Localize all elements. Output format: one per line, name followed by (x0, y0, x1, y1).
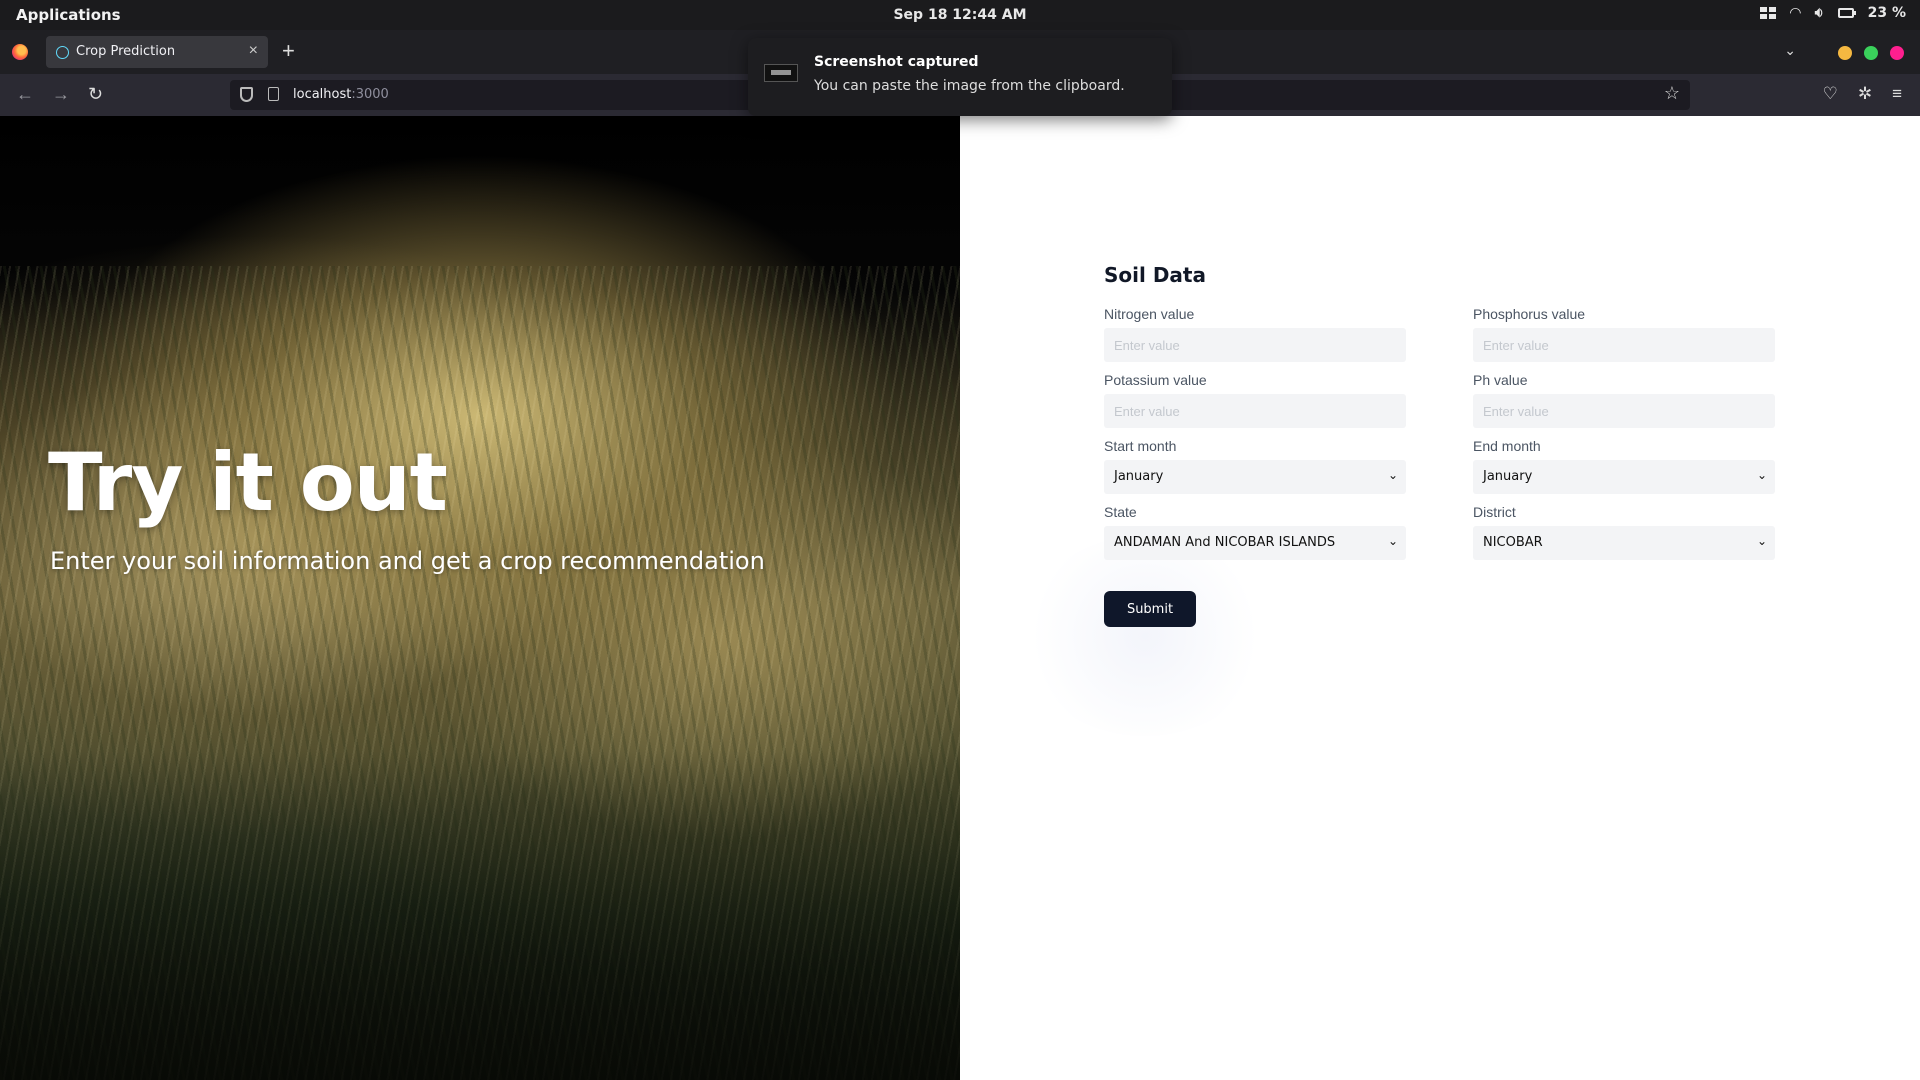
nitrogen-field: Nitrogen value (1104, 306, 1406, 362)
ph-field: Ph value (1473, 372, 1775, 428)
phosphorus-label: Phosphorus value (1473, 306, 1586, 322)
window-minimize-button[interactable] (1864, 46, 1878, 60)
bookmark-star-icon[interactable]: ☆ (1664, 83, 1680, 104)
district-select[interactable]: NICOBAR ⌄ (1473, 526, 1775, 560)
system-clock[interactable]: Sep 18 12:44 AM (893, 7, 1026, 23)
end-month-field: End month January ⌄ (1473, 438, 1775, 494)
district-value: NICOBAR (1483, 535, 1543, 550)
screenshot-thumbnail (764, 64, 798, 82)
hero-subtitle: Enter your soil information and get a cr… (50, 547, 765, 575)
back-arrow-icon[interactable]: ← (16, 84, 34, 105)
menu-hamburger-icon[interactable]: ≡ (1892, 84, 1902, 104)
state-label: State (1104, 504, 1137, 520)
start-month-value: January (1114, 469, 1164, 484)
tab-crop-prediction[interactable]: Crop Prediction × (46, 36, 268, 68)
phosphorus-input[interactable] (1473, 328, 1775, 362)
ph-label: Ph value (1473, 372, 1528, 388)
applications-menu[interactable]: Applications (16, 6, 121, 24)
url-text[interactable]: localhost:3000 (293, 87, 389, 102)
form-title: Soil Data (1104, 263, 1206, 287)
phosphorus-field: Phosphorus value (1473, 306, 1775, 362)
screenshot-notification[interactable]: Screenshot captured You can paste the im… (748, 38, 1172, 116)
wifi-icon[interactable]: ◠ (1790, 5, 1801, 21)
nitrogen-label: Nitrogen value (1104, 306, 1195, 322)
react-favicon-icon (56, 46, 69, 59)
start-month-field: Start month January ⌄ (1104, 438, 1406, 494)
ph-input[interactable] (1473, 394, 1775, 428)
hero-bottom-shade (0, 750, 960, 1080)
district-label: District (1473, 504, 1516, 520)
potassium-input[interactable] (1104, 394, 1406, 428)
submit-button[interactable]: Submit (1104, 591, 1196, 627)
state-field: State ANDAMAN And NICOBAR ISLANDS ⌄ (1104, 504, 1406, 560)
system-top-bar: Applications Sep 18 12:44 AM ◠ 🔉︎ 23 % (0, 0, 1920, 30)
reload-icon[interactable]: ↻ (88, 84, 103, 105)
tracking-shield-icon[interactable] (240, 87, 253, 102)
district-field: District NICOBAR ⌄ (1473, 504, 1775, 560)
nitrogen-input[interactable] (1104, 328, 1406, 362)
chevron-down-icon: ⌄ (1756, 468, 1767, 482)
volume-icon[interactable]: 🔉︎ (1815, 5, 1824, 21)
system-tray[interactable]: ◠ 🔉︎ 23 % (1760, 5, 1906, 21)
soil-data-form-panel: Soil Data Nitrogen value Phosphorus valu… (960, 116, 1920, 1080)
tab-title: Crop Prediction (76, 44, 176, 59)
workspaces-icon[interactable] (1760, 7, 1776, 19)
window-close-button[interactable] (1838, 46, 1852, 60)
battery-icon[interactable] (1837, 8, 1856, 18)
pocket-icon[interactable]: ♡ (1823, 84, 1838, 104)
toolbar-right-buttons: ♡ ✲ ≡ (1823, 84, 1902, 104)
new-tab-button[interactable]: + (282, 38, 295, 64)
hero-image-panel: Try it out Enter your soil information a… (0, 116, 960, 1080)
start-month-select[interactable]: January ⌄ (1104, 460, 1406, 494)
potassium-field: Potassium value (1104, 372, 1406, 428)
tab-close-icon[interactable]: × (249, 42, 258, 60)
extensions-icon[interactable]: ✲ (1858, 84, 1872, 104)
potassium-label: Potassium value (1104, 372, 1207, 388)
end-month-value: January (1483, 469, 1533, 484)
page-info-icon[interactable] (268, 87, 279, 101)
state-value: ANDAMAN And NICOBAR ISLANDS (1114, 535, 1336, 550)
state-select[interactable]: ANDAMAN And NICOBAR ISLANDS ⌄ (1104, 526, 1406, 560)
chevron-down-icon: ⌄ (1756, 534, 1767, 548)
firefox-logo-icon[interactable] (12, 44, 28, 60)
end-month-select[interactable]: January ⌄ (1473, 460, 1775, 494)
window-maximize-button[interactable] (1890, 46, 1904, 60)
focus-glow (1020, 536, 1270, 736)
end-month-label: End month (1473, 438, 1541, 454)
notification-body: You can paste the image from the clipboa… (814, 78, 1125, 94)
notification-title: Screenshot captured (814, 54, 979, 70)
start-month-label: Start month (1104, 438, 1177, 454)
chevron-down-icon: ⌄ (1387, 534, 1398, 548)
forward-arrow-icon[interactable]: → (52, 84, 70, 105)
battery-percent: 23 % (1867, 5, 1906, 21)
hero-title: Try it out (48, 436, 448, 529)
chevron-down-icon: ⌄ (1387, 468, 1398, 482)
list-all-tabs-chevron-icon[interactable]: ⌄ (1784, 42, 1796, 59)
